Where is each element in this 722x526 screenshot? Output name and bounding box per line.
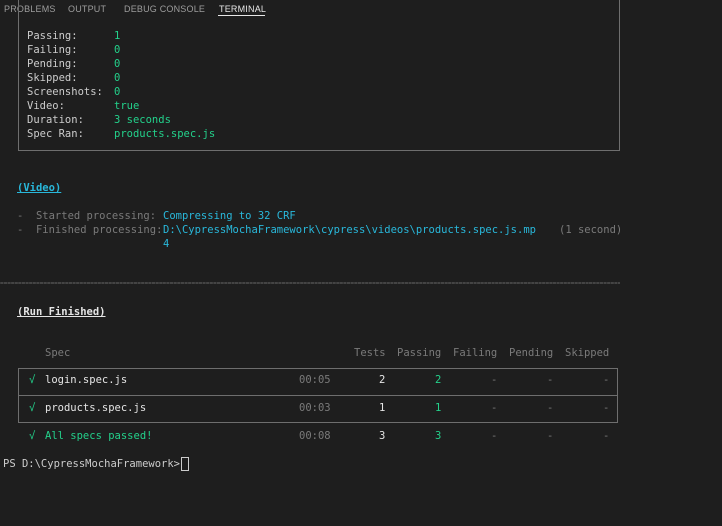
result-value-duration: 3 seconds xyxy=(114,114,171,126)
row-pending: - xyxy=(547,374,554,386)
summary-label: All specs passed! xyxy=(45,430,153,442)
separator-line: ========================================… xyxy=(0,281,620,287)
row-tests: 2 xyxy=(379,374,386,386)
video-finished-time: (1 second) xyxy=(559,224,623,236)
summary-skipped: - xyxy=(603,430,610,442)
video-finished-label: - Finished processing: xyxy=(17,224,163,236)
spec-table-divider xyxy=(18,395,618,396)
result-label-skipped: Skipped: xyxy=(27,72,78,84)
row-check-icon: √ xyxy=(29,374,36,386)
row-spec-name: login.spec.js xyxy=(45,374,128,386)
row-tests: 1 xyxy=(379,402,386,414)
row-skipped: - xyxy=(603,374,610,386)
result-label-duration: Duration: xyxy=(27,114,84,126)
summary-tests: 3 xyxy=(379,430,386,442)
result-label-spec-ran: Spec Ran: xyxy=(27,128,84,140)
result-label-screenshots: Screenshots: xyxy=(27,86,103,98)
header-spec: Spec xyxy=(45,347,71,359)
shell-prompt: PS D:\CypressMochaFramework> xyxy=(3,458,181,470)
result-value-skipped: 0 xyxy=(114,72,121,84)
result-value-pending: 0 xyxy=(114,58,121,70)
row-passing: 1 xyxy=(435,402,442,414)
video-started-value: Compressing to 32 CRF xyxy=(163,210,296,222)
result-label-passing: Passing: xyxy=(27,30,78,42)
summary-time: 00:08 xyxy=(299,430,331,442)
row-skipped: - xyxy=(603,402,610,414)
row-passing: 2 xyxy=(435,374,442,386)
row-time: 00:03 xyxy=(299,402,331,414)
video-section-title: (Video) xyxy=(17,182,62,194)
row-failing: - xyxy=(491,402,498,414)
header-skipped: Skipped xyxy=(565,347,610,359)
row-pending: - xyxy=(547,402,554,414)
header-failing: Failing xyxy=(453,347,498,359)
video-started-label: - Started processing: xyxy=(17,210,157,222)
result-label-failing: Failing: xyxy=(27,44,78,56)
result-label-pending: Pending: xyxy=(27,58,78,70)
terminal-cursor[interactable] xyxy=(181,457,189,471)
run-finished-title: (Run Finished) xyxy=(17,306,106,318)
results-box xyxy=(18,0,620,151)
summary-pending: - xyxy=(547,430,554,442)
result-value-video: true xyxy=(114,100,140,112)
video-finished-path: D:\CypressMochaFramework\cypress\videos\… xyxy=(163,224,536,236)
summary-check-icon: √ xyxy=(29,430,36,442)
header-pending: Pending xyxy=(509,347,554,359)
result-label-video: Video: xyxy=(27,100,65,112)
summary-failing: - xyxy=(491,430,498,442)
result-value-screenshots: 0 xyxy=(114,86,121,98)
summary-passing: 3 xyxy=(435,430,442,442)
row-check-icon: √ xyxy=(29,402,36,414)
row-failing: - xyxy=(491,374,498,386)
header-tests: Tests xyxy=(354,347,386,359)
row-spec-name: products.spec.js xyxy=(45,402,147,414)
header-passing: Passing xyxy=(397,347,442,359)
video-finished-path-wrap: 4 xyxy=(163,238,170,250)
result-value-passing: 1 xyxy=(114,30,121,42)
result-value-spec-ran: products.spec.js xyxy=(114,128,216,140)
result-value-failing: 0 xyxy=(114,44,121,56)
row-time: 00:05 xyxy=(299,374,331,386)
